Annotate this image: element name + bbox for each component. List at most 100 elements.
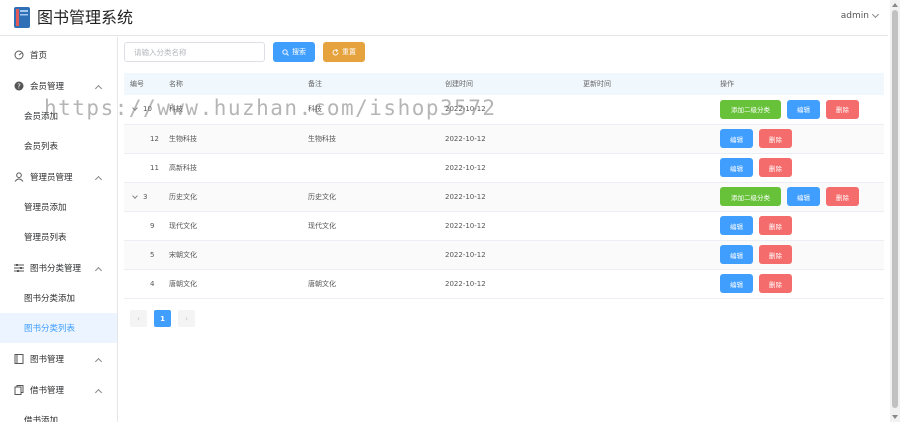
row-id: 11 (150, 163, 159, 172)
scrollbar-thumb[interactable] (892, 10, 898, 408)
top-header: 图书管理系统 admin (0, 0, 888, 36)
delete-button[interactable]: 删除 (759, 129, 792, 148)
sidebar-item-admin-list[interactable]: 管理员列表 (0, 222, 117, 252)
row-id: 5 (150, 250, 155, 259)
book-icon (14, 353, 24, 364)
edit-button[interactable]: 编辑 (787, 187, 820, 206)
row-id: 10 (143, 105, 152, 114)
sidebar: 首页 ? 会员管理 会员添加 会员列表 管理员管理 管理员添加 管理员列表 图书… (0, 37, 118, 422)
chevron-up-icon (94, 266, 103, 275)
delete-button[interactable]: 删除 (826, 187, 859, 206)
delete-button[interactable]: 删除 (759, 245, 792, 264)
sidebar-group-label: 图书管理 (30, 354, 65, 365)
question-circle-icon: ? (14, 81, 24, 90)
sidebar-group-label: 借书管理 (30, 385, 65, 396)
expand-chevron-icon[interactable] (132, 192, 138, 199)
user-menu[interactable]: admin (840, 10, 880, 21)
expand-chevron-icon[interactable] (132, 105, 138, 112)
sidebar-item-admin-add[interactable]: 管理员添加 (0, 192, 117, 222)
table-row: 10 科技 科技 2022-10-12 添加二级分类 编辑 删除 (124, 95, 884, 125)
row-remark: 唐朝文化 (308, 269, 445, 299)
user-icon (14, 171, 24, 182)
sidebar-item-member-add[interactable]: 会员添加 (0, 101, 117, 131)
reset-button[interactable]: 重置 (323, 42, 365, 62)
sidebar-item-category-add[interactable]: 图书分类添加 (0, 283, 117, 313)
delete-button[interactable]: 删除 (759, 274, 792, 293)
sidebar-group-books[interactable]: 图书管理 (0, 343, 117, 374)
row-name: 现代文化 (169, 211, 308, 241)
add-subcategory-button[interactable]: 添加二级分类 (720, 99, 781, 119)
row-created: 2022-10-12 (445, 95, 583, 125)
refresh-icon (332, 48, 339, 55)
edit-button[interactable]: 编辑 (720, 158, 753, 177)
scroll-up-arrow-icon[interactable] (892, 3, 898, 7)
row-name: 科技 (169, 95, 308, 125)
page-number-button[interactable]: 1 (154, 310, 171, 327)
delete-button[interactable]: 删除 (826, 99, 859, 119)
table-row: 9 现代文化 现代文化 2022-10-12 编辑 删除 (124, 211, 884, 241)
delete-button[interactable]: 删除 (759, 216, 792, 235)
edit-button[interactable]: 编辑 (720, 274, 753, 293)
add-subcategory-button[interactable]: 添加二级分类 (720, 187, 781, 206)
table-row: 3 历史文化 历史文化 2022-10-12 添加二级分类 编辑 删除 (124, 182, 884, 212)
edit-button[interactable]: 编辑 (787, 99, 820, 119)
row-name: 生物科技 (169, 124, 308, 154)
table-header-row: 编号 名称 备注 创建时间 更新时间 操作 (124, 73, 884, 95)
copy-icon (14, 384, 24, 395)
sidebar-group-members[interactable]: ? 会员管理 (0, 70, 117, 101)
sidebar-group-borrow[interactable]: 借书管理 (0, 374, 117, 405)
table-row: 12 生物科技 生物科技 2022-10-12 编辑 删除 (124, 124, 884, 154)
scroll-down-arrow-icon[interactable] (892, 415, 898, 419)
pagination: ‹ 1 › (130, 310, 195, 327)
row-id: 4 (150, 279, 155, 288)
column-header-name: 名称 (169, 73, 308, 95)
chevron-up-icon (94, 357, 103, 366)
row-created: 2022-10-12 (445, 153, 583, 183)
row-id: 12 (150, 134, 159, 143)
main-content: 搜索 重置 编号 名称 备注 创建时间 更新时间 操作 10 科技 科技 202… (118, 37, 888, 422)
search-input[interactable] (124, 42, 265, 62)
sidebar-group-label: 会员管理 (30, 81, 65, 92)
search-icon (282, 48, 289, 56)
row-name: 宋朝文化 (169, 240, 308, 270)
username: admin (840, 11, 869, 21)
sidebar-item-home[interactable]: 首页 (0, 39, 117, 70)
sidebar-group-admins[interactable]: 管理员管理 (0, 161, 117, 192)
chevron-up-icon (94, 84, 103, 93)
next-page-button[interactable]: › (178, 310, 195, 327)
row-name: 高新科技 (169, 153, 308, 183)
row-updated (583, 240, 720, 270)
book-logo-icon (14, 7, 30, 28)
edit-button[interactable]: 编辑 (720, 129, 753, 148)
sidebar-item-label: 首页 (30, 50, 48, 61)
column-header-created: 创建时间 (445, 73, 583, 95)
row-remark: 历史文化 (308, 182, 445, 212)
edit-button[interactable]: 编辑 (720, 245, 753, 264)
page-scrollbar[interactable] (890, 0, 900, 422)
row-updated (583, 124, 720, 154)
table-row: 11 高新科技 2022-10-12 编辑 删除 (124, 153, 884, 183)
row-created: 2022-10-12 (445, 240, 583, 270)
table-row: 4 唐朝文化 唐朝文化 2022-10-12 编辑 删除 (124, 269, 884, 299)
sidebar-item-member-list[interactable]: 会员列表 (0, 131, 117, 161)
row-updated (583, 153, 720, 183)
svg-text:?: ? (17, 82, 21, 90)
category-table: 编号 名称 备注 创建时间 更新时间 操作 10 科技 科技 2022-10-1… (124, 73, 884, 299)
sidebar-group-categories[interactable]: 图书分类管理 (0, 252, 117, 283)
sidebar-group-label: 图书分类管理 (30, 263, 82, 274)
table-row: 5 宋朝文化 2022-10-12 编辑 删除 (124, 240, 884, 270)
row-created: 2022-10-12 (445, 269, 583, 299)
row-created: 2022-10-12 (445, 124, 583, 154)
row-name: 唐朝文化 (169, 269, 308, 299)
search-bar: 搜索 重置 (124, 42, 365, 62)
sidebar-group-label: 管理员管理 (30, 172, 73, 183)
home-gauge-icon (14, 50, 24, 59)
search-button[interactable]: 搜索 (273, 42, 315, 62)
chevron-up-icon (94, 175, 103, 184)
edit-button[interactable]: 编辑 (720, 216, 753, 235)
sidebar-item-category-list[interactable]: 图书分类列表 (0, 313, 117, 343)
delete-button[interactable]: 删除 (759, 158, 792, 177)
prev-page-button[interactable]: ‹ (130, 310, 147, 327)
column-header-updated: 更新时间 (583, 73, 720, 95)
sidebar-item-borrow-add[interactable]: 借书添加 (0, 405, 117, 422)
